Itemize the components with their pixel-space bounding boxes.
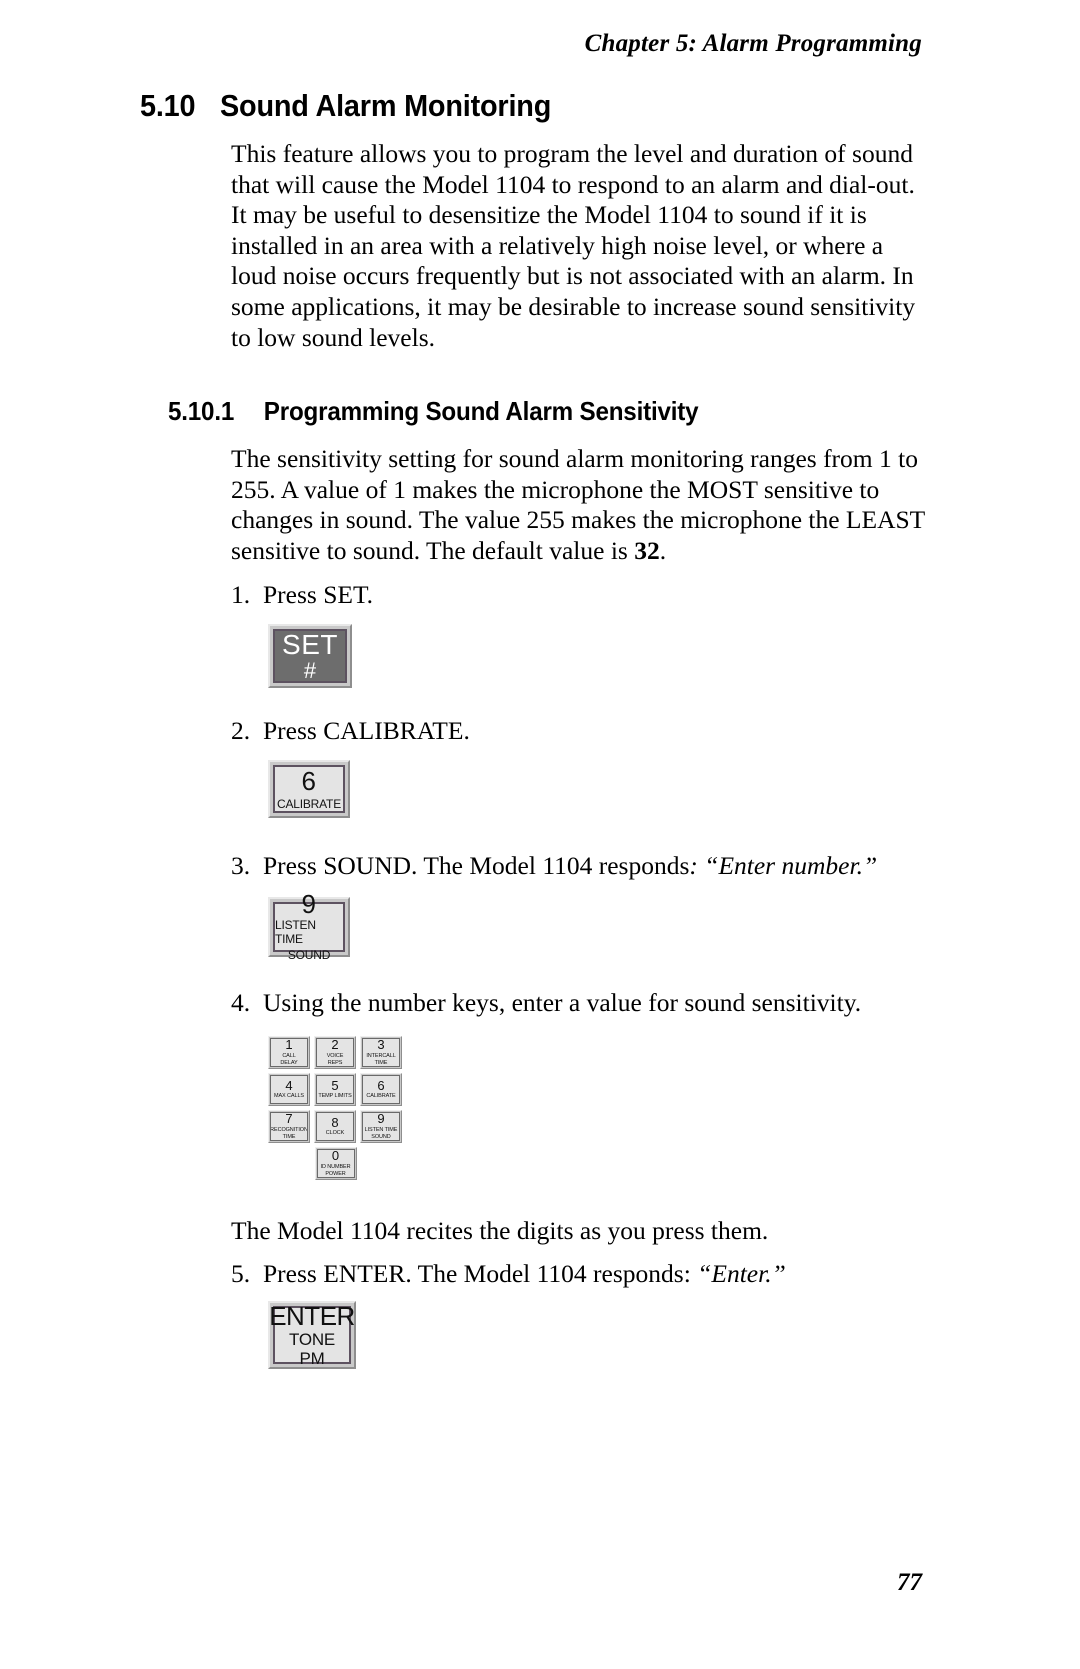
sensitivity-paragraph-part2: . — [659, 535, 667, 565]
section-title: Sound Alarm Monitoring — [219, 88, 552, 123]
step-4-text: Using the number keys, enter a value for… — [263, 988, 862, 1017]
enter-key-tertiary-label: PM — [299, 1349, 325, 1368]
keypad-key-4-digit: 4 — [285, 1077, 293, 1093]
page-number: 77 — [897, 1569, 922, 1596]
keypad-key-7-cap: 7 RECOGNITION TIME — [270, 1112, 308, 1141]
running-head: Chapter 5: Alarm Programming — [584, 30, 922, 57]
step-4-marker: 4. — [231, 988, 251, 1017]
keypad-key-6: 6 CALIBRATE — [360, 1073, 402, 1106]
keypad-key-3: 3 INTERCALL TIME — [360, 1036, 402, 1069]
keypad-row-3: 7 RECOGNITION TIME 8 CLOCK 9 LISTEN TIME… — [268, 1110, 403, 1143]
keypad-key-1-label: CALL DELAY — [280, 1052, 298, 1066]
subsection-title-text: Programming Sound Alarm Sensitivity — [263, 396, 699, 426]
keypad-key-1-digit: 1 — [285, 1038, 293, 1053]
keypad-key-2-label: VOICE REPS — [326, 1052, 344, 1066]
step-5-response: “Enter.” — [697, 1259, 786, 1288]
set-key-graphic: SET # — [268, 624, 352, 688]
keypad-key-1-cap: 1 CALL DELAY — [270, 1038, 308, 1067]
keypad-key-9-digit: 9 — [377, 1112, 385, 1127]
keypad-key-1: 1 CALL DELAY — [268, 1036, 310, 1069]
step-5: 5. Press ENTER. The Model 1104 responds: … — [231, 1259, 786, 1289]
step-3-text: Press SOUND. The Model 1104 responds — [263, 851, 690, 880]
sensitivity-paragraph: The sensitivity setting for sound alarm … — [231, 444, 931, 566]
keypad-key-3-digit: 3 — [377, 1038, 385, 1053]
keypad-key-3-cap: 3 INTERCALL TIME — [362, 1038, 400, 1067]
keypad-key-7: 7 RECOGNITION TIME — [268, 1110, 310, 1143]
keypad-key-0: 0 ID NUMBER POWER — [314, 1147, 357, 1180]
enter-key-primary-label: ENTER — [269, 1301, 355, 1331]
keypad-key-6-cap: 6 CALIBRATE — [362, 1075, 400, 1104]
enter-key-cap: ENTER TONE PM — [269, 1303, 355, 1368]
sensitivity-paragraph-part1: The sensitivity setting for sound alarm … — [231, 444, 925, 565]
keypad-key-8-cap: 8 CLOCK — [316, 1112, 354, 1141]
keypad-key-0-digit: 0 — [331, 1149, 340, 1164]
step-2-marker: 2. — [231, 716, 251, 745]
step-4: 4. Using the number keys, enter a value f… — [231, 988, 861, 1018]
subsection-title: 5.10.1 Programming Sound Alarm Sensitivit… — [168, 396, 699, 427]
enter-key-secondary-label: TONE — [288, 1330, 336, 1349]
keypad-key-4: 4 MAX CALLS — [268, 1073, 310, 1106]
page-title: 5.10 Sound Alarm Monitoring — [140, 88, 551, 124]
step-5-marker: 5. — [231, 1259, 251, 1288]
calibrate-key-graphic: 6 CALIBRATE — [268, 760, 350, 818]
keypad-key-9-cap: 9 LISTEN TIME SOUND — [362, 1112, 400, 1141]
keypad-key-7-digit: 7 — [285, 1112, 293, 1127]
step-3-marker: 3. — [231, 851, 251, 880]
enter-key-graphic: ENTER TONE PM — [268, 1301, 356, 1369]
section-number: 5.10 — [140, 88, 196, 123]
step-1: 1. Press SET. — [231, 580, 373, 610]
set-key-cap: SET # — [273, 629, 347, 683]
keypad-key-8: 8 CLOCK — [314, 1110, 356, 1143]
keypad-key-2-cap: 2 VOICE REPS — [316, 1038, 354, 1067]
keypad-key-9: 9 LISTEN TIME SOUND — [360, 1110, 402, 1143]
sound-key-tertiary-label: SOUND — [287, 947, 331, 962]
keypad-key-6-digit: 6 — [377, 1077, 385, 1093]
calibrate-key-secondary-label: CALIBRATE — [277, 797, 341, 811]
keypad-key-0-cap: 0 ID NUMBER POWER — [316, 1149, 355, 1178]
step-5-text: Press ENTER. The Model 1104 responds: — [263, 1259, 698, 1288]
default-value: 32 — [634, 535, 660, 565]
sound-key-cap: 9 LISTEN TIME SOUND — [273, 891, 345, 962]
keypad-key-8-digit: 8 — [331, 1114, 339, 1130]
keypad-key-6-label: CALIBRATE — [366, 1093, 396, 1100]
keypad-key-9-label: LISTEN TIME SOUND — [364, 1126, 398, 1140]
step-2-text: Press CALIBRATE. — [263, 716, 470, 745]
subsection-number: 5.10.1 — [168, 396, 235, 426]
step-1-marker: 1. — [231, 580, 251, 609]
step-3-response: : “Enter number.” — [689, 851, 878, 880]
step-2: 2. Press CALIBRATE. — [231, 716, 470, 746]
keypad-key-2-digit: 2 — [331, 1038, 339, 1053]
set-key-primary-label: SET — [282, 628, 338, 660]
keypad-key-5-cap: 5 TEMP LIMITS — [316, 1075, 354, 1104]
recite-paragraph: The Model 1104 recites the digits as you… — [231, 1216, 769, 1245]
calibrate-key-cap: 6 CALIBRATE — [273, 765, 345, 813]
keypad-key-7-label: RECOGNITION TIME — [270, 1126, 308, 1140]
sound-key-secondary-label: LISTEN TIME — [275, 918, 316, 947]
set-key-secondary-label: # — [303, 657, 317, 683]
numeric-keypad-graphic: 1 CALL DELAY 2 VOICE REPS 3 INTERCALL TI… — [268, 1036, 403, 1184]
keypad-key-5: 5 TEMP LIMITS — [314, 1073, 356, 1106]
calibrate-key-primary-label: 6 — [301, 766, 317, 796]
keypad-row-4: 0 ID NUMBER POWER — [268, 1147, 403, 1180]
keypad-key-3-label: INTERCALL TIME — [366, 1052, 396, 1066]
step-3: 3. Press SOUND. The Model 1104 responds: … — [231, 851, 877, 881]
keypad-key-5-digit: 5 — [331, 1077, 339, 1093]
keypad-key-2: 2 VOICE REPS — [314, 1036, 356, 1069]
step-1-text: Press SET. — [263, 580, 374, 609]
keypad-key-4-cap: 4 MAX CALLS — [270, 1075, 308, 1104]
sound-key-graphic: 9 LISTEN TIME SOUND — [268, 891, 350, 962]
keypad-key-0-label: ID NUMBER POWER — [320, 1163, 351, 1177]
keypad-row-1: 1 CALL DELAY 2 VOICE REPS 3 INTERCALL TI… — [268, 1036, 403, 1069]
intro-paragraph: This feature allows you to program the l… — [231, 139, 916, 352]
sound-key-primary-label: 9 — [301, 889, 317, 920]
keypad-key-8-label: CLOCK — [325, 1130, 345, 1137]
document-page: Chapter 5: Alarm Programming 5.10 Sound A… — [0, 0, 1080, 1669]
keypad-key-5-label: TEMP LIMITS — [318, 1093, 352, 1100]
keypad-row-2: 4 MAX CALLS 5 TEMP LIMITS 6 CALIBRATE — [268, 1073, 403, 1106]
keypad-key-4-label: MAX CALLS — [274, 1093, 304, 1100]
